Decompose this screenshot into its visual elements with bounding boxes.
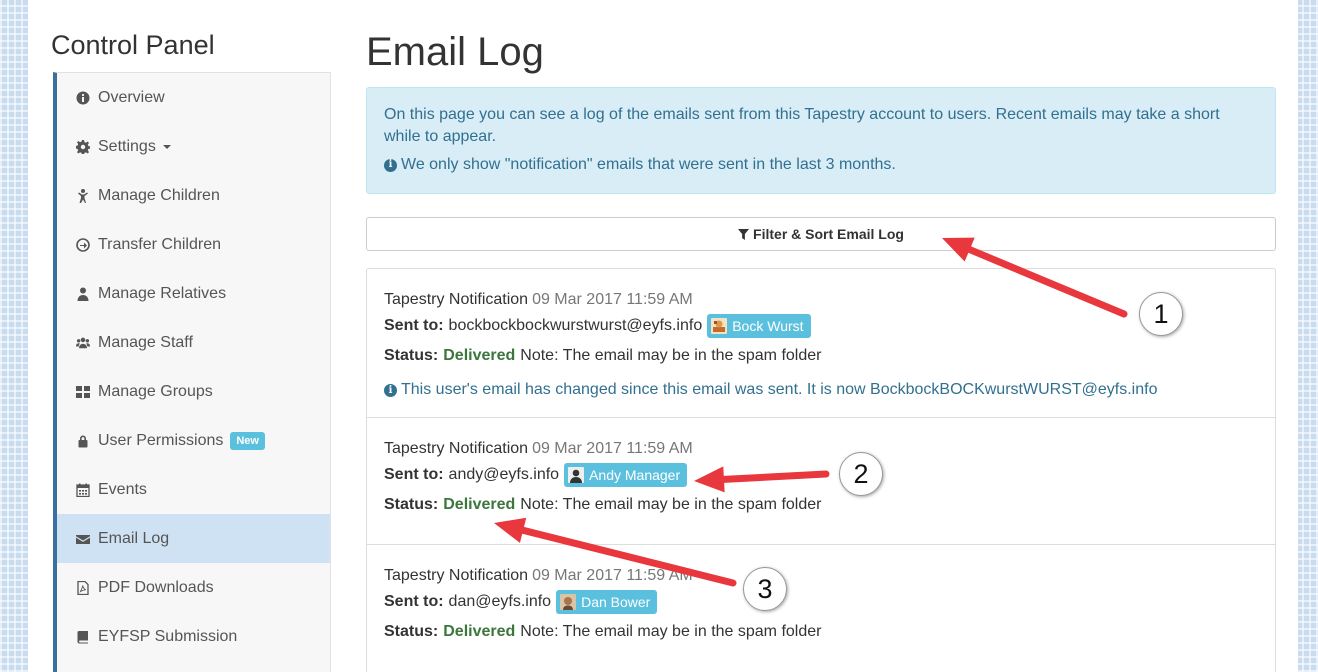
- filter-sort-label: Filter & Sort Email Log: [753, 226, 904, 242]
- sidebar-item-transfer-children[interactable]: Transfer Children: [57, 220, 330, 269]
- info-circle-icon: [76, 91, 90, 105]
- child-icon: [76, 188, 90, 203]
- page-title: Email Log: [366, 30, 544, 74]
- email-date: 09 Mar 2017 11:59 AM: [532, 567, 693, 584]
- email-date: 09 Mar 2017 11:59 AM: [532, 440, 693, 457]
- recipient-email: dan@eyfs.info: [448, 593, 552, 610]
- email-type: Tapestry Notification: [384, 567, 529, 584]
- status-note: Note: The email may be in the spam folde…: [520, 496, 822, 513]
- sidebar-item-label: Overview: [98, 88, 165, 106]
- info-text: On this page you can see a log of the em…: [384, 106, 1220, 145]
- sidebar-item-label: Manage Relatives: [98, 284, 227, 302]
- recipient-email: andy@eyfs.info: [448, 466, 560, 483]
- status-delivered: Delivered: [443, 623, 516, 640]
- chevron-down-icon: [162, 144, 171, 149]
- avatar: [560, 594, 577, 610]
- grid-icon: [76, 385, 90, 399]
- avatar: [711, 318, 728, 334]
- email-type: Tapestry Notification: [384, 291, 529, 308]
- email-changed-note: This user's email has changed since this…: [401, 381, 1158, 398]
- email-type: Tapestry Notification: [384, 440, 529, 457]
- sidebar-item-manage-staff[interactable]: Manage Staff: [57, 318, 330, 367]
- sent-to-label: Sent to:: [384, 466, 444, 483]
- calendar-icon: [76, 483, 90, 497]
- page: Control Panel Overview Settings Manage C…: [28, 0, 1298, 672]
- user-badge[interactable]: Bock Wurst: [707, 314, 811, 338]
- pdf-file-icon: [76, 580, 90, 595]
- callout-1: 1: [1139, 292, 1183, 336]
- sidebar-item-manage-groups[interactable]: Manage Groups: [57, 367, 330, 416]
- user-name: Dan Bower: [581, 594, 651, 610]
- user-name: Bock Wurst: [732, 318, 804, 334]
- status-label: Status:: [384, 496, 439, 513]
- callout-3: 3: [743, 567, 787, 611]
- status-note: Note: The email may be in the spam folde…: [520, 347, 822, 364]
- email-date: 09 Mar 2017 11:59 AM: [532, 291, 693, 308]
- sidebar-item-settings[interactable]: Settings: [57, 122, 330, 171]
- transfer-circle-icon: [76, 237, 90, 252]
- status-label: Status:: [384, 347, 439, 364]
- status-label: Status:: [384, 623, 439, 640]
- user-name: Andy Manager: [589, 467, 681, 483]
- user-badge[interactable]: Dan Bower: [556, 590, 658, 614]
- sidebar-item-label: EYFSP Submission: [98, 627, 238, 645]
- info-circle-icon: i: [384, 383, 397, 397]
- filter-sort-button[interactable]: Filter & Sort Email Log: [366, 217, 1276, 251]
- callout-2: 2: [839, 452, 883, 496]
- envelope-icon: [76, 532, 90, 546]
- sidebar-item-label: User Permissions: [98, 431, 224, 449]
- sent-to-label: Sent to:: [384, 317, 444, 334]
- sidebar-item-label: Manage Groups: [98, 382, 213, 400]
- lock-icon: [76, 434, 90, 448]
- email-log-entry: Tapestry Notification 09 Mar 2017 11:59 …: [367, 545, 1275, 672]
- info-alert: On this page you can see a log of the em…: [366, 87, 1276, 194]
- email-log-entry: Tapestry Notification 09 Mar 2017 11:59 …: [367, 269, 1275, 418]
- sidebar-item-label: Manage Children: [98, 186, 220, 204]
- email-log-list: Tapestry Notification 09 Mar 2017 11:59 …: [366, 268, 1276, 672]
- new-badge: New: [230, 431, 265, 450]
- sidebar-item-email-log[interactable]: Email Log: [57, 514, 330, 563]
- sidebar-item-label: Events: [98, 480, 147, 498]
- sidebar-item-label: Settings: [98, 137, 156, 155]
- users-icon: [76, 336, 90, 350]
- user-icon: [76, 287, 90, 301]
- user-badge[interactable]: Andy Manager: [564, 463, 688, 487]
- sidebar-item-label: Email Log: [98, 529, 170, 547]
- gear-icon: [76, 139, 90, 154]
- email-log-entry: Tapestry Notification 09 Mar 2017 11:59 …: [367, 418, 1275, 545]
- sidebar-nav: Overview Settings Manage Children Transf…: [53, 72, 331, 672]
- info-circle-icon: i: [384, 158, 397, 172]
- filter-icon: [738, 228, 750, 240]
- status-delivered: Delivered: [443, 347, 516, 364]
- status-delivered: Delivered: [443, 496, 516, 513]
- sidebar-item-events[interactable]: Events: [57, 465, 330, 514]
- book-icon: [76, 630, 90, 644]
- sidebar-item-label: Manage Staff: [98, 333, 193, 351]
- sidebar-item-user-permissions[interactable]: User Permissions New: [57, 416, 330, 465]
- sent-to-label: Sent to:: [384, 593, 444, 610]
- status-note: Note: The email may be in the spam folde…: [520, 623, 822, 640]
- sidebar-item-manage-children[interactable]: Manage Children: [57, 171, 330, 220]
- sidebar-item-label: Transfer Children: [98, 235, 222, 253]
- sidebar-item-label: PDF Downloads: [98, 578, 214, 596]
- sidebar-item-manage-relatives[interactable]: Manage Relatives: [57, 269, 330, 318]
- control-panel-title: Control Panel: [51, 30, 215, 60]
- sidebar-item-eyfsp-submission[interactable]: EYFSP Submission: [57, 612, 330, 661]
- sidebar-item-overview[interactable]: Overview: [57, 73, 330, 122]
- info-note: We only show "notification" emails that …: [401, 156, 896, 173]
- recipient-email: bockbockbockwurstwurst@eyfs.info: [448, 317, 703, 334]
- sidebar-item-pdf-downloads[interactable]: PDF Downloads: [57, 563, 330, 612]
- avatar: [568, 467, 585, 483]
